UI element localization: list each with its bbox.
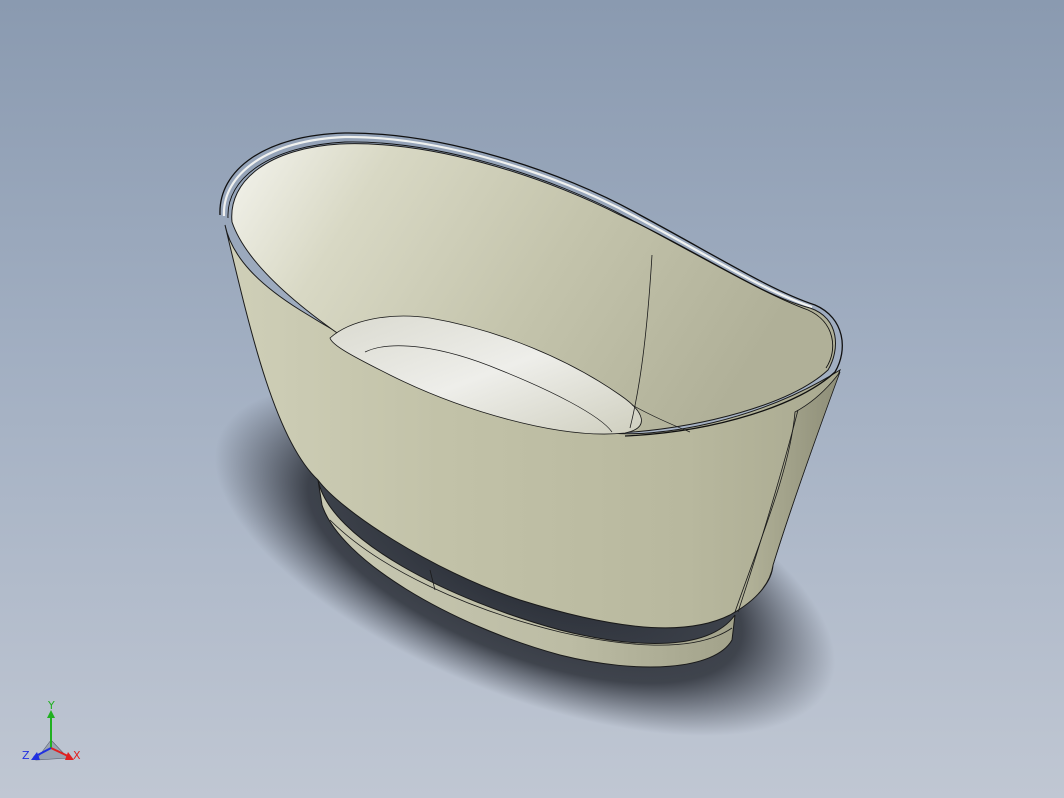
graphics-viewport[interactable]: Y X Z: [0, 0, 1064, 798]
coordinate-triad: Y X Z: [18, 700, 88, 772]
triad-x-label: X: [73, 749, 81, 762]
model-view[interactable]: [0, 0, 1064, 798]
triad-y-label: Y: [48, 699, 55, 712]
triad-z-label: Z: [22, 749, 30, 762]
